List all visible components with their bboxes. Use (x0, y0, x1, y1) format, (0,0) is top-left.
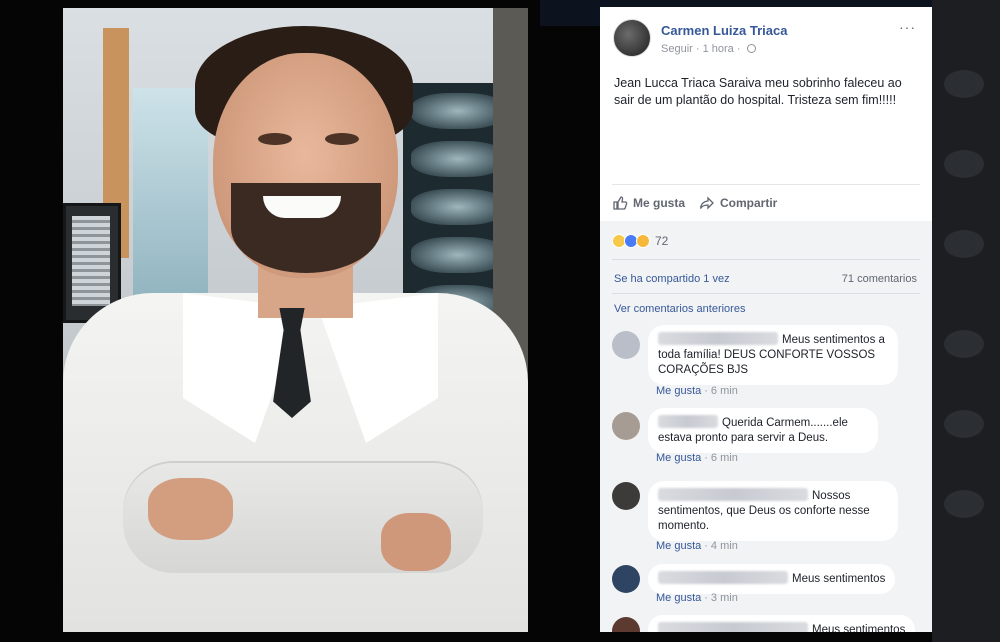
redacted-name (658, 571, 788, 584)
comment-meta: Me gusta · 6 min (656, 452, 738, 464)
comments-section: 72 Se ha compartido 1 vez 71 comentarios… (600, 221, 932, 632)
xray-panel-left (133, 88, 208, 308)
hand-right (381, 513, 451, 571)
more-options-icon[interactable]: ··· (899, 19, 916, 35)
avatar[interactable] (612, 331, 640, 359)
shares-count[interactable]: Se ha compartido 1 vez (614, 273, 730, 285)
avatar[interactable] (612, 412, 640, 440)
globe-icon (746, 44, 756, 53)
screenshot-stage: Carmen Luiza Triaca Seguir · 1 hora · ··… (0, 0, 1000, 642)
avatar[interactable] (613, 19, 651, 57)
comment-bubble: Meus sentimentos a toda família! DEUS CO… (648, 325, 898, 385)
post-photo[interactable] (63, 8, 528, 632)
wow-reaction-icon (636, 234, 650, 248)
comment-text: Meus sentimentos (812, 624, 906, 632)
comment-meta: Me gusta · 3 min (656, 592, 738, 604)
divider (612, 259, 920, 260)
avatar[interactable] (612, 617, 640, 632)
smile (263, 196, 341, 218)
redacted-name (658, 622, 808, 632)
avatar[interactable] (612, 482, 640, 510)
hand-left (148, 478, 233, 540)
like-label: Me gusta (633, 195, 686, 210)
comment-bubble: Querida Carmem.......ele estava pronto p… (648, 408, 878, 453)
comment-bubble: Meus sentimentos (648, 564, 896, 594)
post-panel: Carmen Luiza Triaca Seguir · 1 hora · ··… (600, 7, 932, 632)
share-icon (699, 195, 714, 210)
share-label: Compartir (720, 195, 778, 210)
follow-link[interactable]: Seguir (661, 43, 693, 55)
dimmed-page-background (932, 0, 1000, 642)
eye-left (258, 133, 292, 145)
avatar[interactable] (612, 565, 640, 593)
redacted-name (658, 488, 808, 501)
comment-bubble: Nossos sentimentos, que Deus os conforte… (648, 481, 898, 541)
divider (612, 293, 920, 294)
comment-bubble: Meus sentimentos (648, 615, 916, 632)
post-text: Jean Lucca Triaca Saraiva meu sobrinho f… (614, 76, 902, 107)
view-previous-comments[interactable]: Ver comentarios anteriores (614, 303, 745, 315)
comments-count[interactable]: 71 comentarios (842, 273, 917, 285)
post-meta: Seguir · 1 hora · (661, 43, 756, 55)
reactions-summary[interactable]: 72 (612, 231, 668, 251)
post-time[interactable]: 1 hora (703, 43, 734, 55)
author-name[interactable]: Carmen Luiza Triaca (661, 23, 787, 38)
comment-like-link[interactable]: Me gusta (656, 452, 701, 464)
comment-meta: Me gusta · 6 min (656, 385, 738, 397)
comment-time[interactable]: 6 min (711, 385, 738, 397)
comment-like-link[interactable]: Me gusta (656, 540, 701, 552)
comment-time[interactable]: 3 min (711, 592, 738, 604)
reaction-count: 72 (655, 234, 669, 248)
comment-time[interactable]: 4 min (711, 540, 738, 552)
thumbs-up-icon (613, 195, 628, 210)
comment-meta: Me gusta · 4 min (656, 540, 738, 552)
share-button[interactable]: Compartir (699, 195, 777, 211)
comment-text: Meus sentimentos (792, 573, 886, 585)
comment-time[interactable]: 6 min (711, 452, 738, 464)
redacted-name (658, 415, 718, 428)
redacted-name (658, 332, 778, 345)
comment-like-link[interactable]: Me gusta (656, 385, 701, 397)
comment-like-link[interactable]: Me gusta (656, 592, 701, 604)
post-actions: Me gusta Compartir (612, 184, 920, 220)
post-header: Carmen Luiza Triaca Seguir · 1 hora · ··… (600, 7, 932, 63)
eye-right (325, 133, 359, 145)
like-button[interactable]: Me gusta (612, 195, 685, 211)
